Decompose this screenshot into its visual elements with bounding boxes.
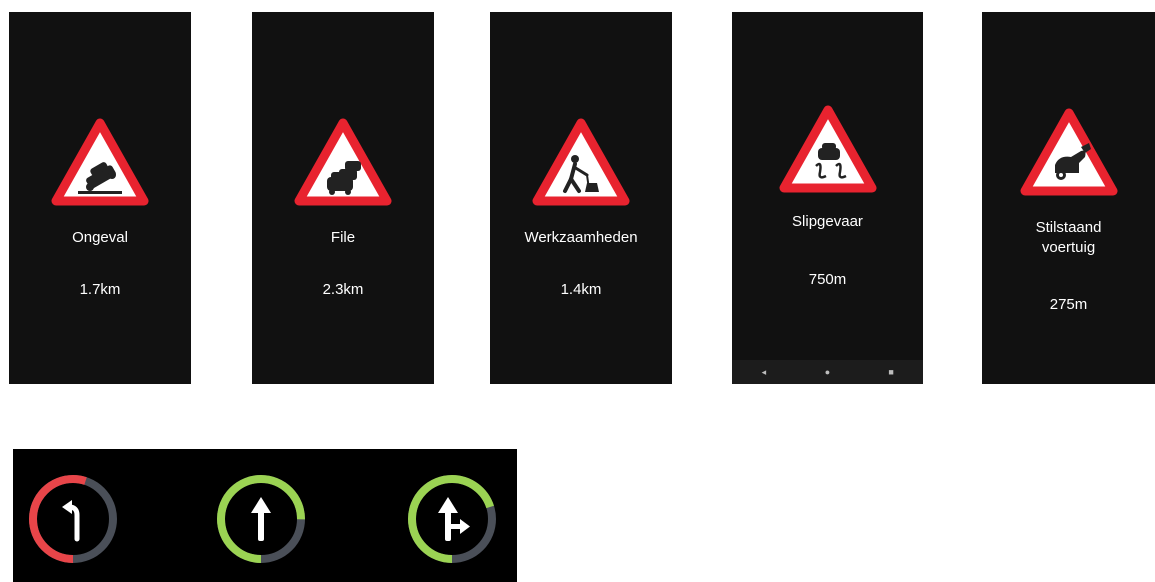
warning-distance: 275m [1049,296,1088,313]
home-icon[interactable]: ● [812,367,842,377]
warning-card-file: File 2.3km [252,12,434,384]
warning-label: File [330,229,356,246]
car-crash-icon [51,118,149,206]
warning-label: Stilstaand voertuig [1035,219,1102,256]
warning-distance: 1.4km [560,281,602,298]
warning-card-stilstaand-voertuig: Stilstaand voertuig 275m [982,12,1155,384]
turn-indicator-straight [217,475,305,563]
warning-label: Slipgevaar [792,213,863,230]
warning-distance: 750m [808,271,847,288]
warning-card-slipgevaar: Slipgevaar 750m ◂ ● ■ [732,12,923,384]
warning-label: Ongeval [72,229,128,246]
warning-distance: 2.3km [322,281,364,298]
recents-icon[interactable]: ■ [876,367,906,377]
warning-label: Werkzaamheden [524,229,638,246]
traffic-jam-icon [294,118,392,206]
android-nav-bar: ◂ ● ■ [732,360,923,384]
roadworks-icon [532,118,630,206]
turn-indicator-panel [13,449,517,582]
warning-distance: 1.7km [79,281,121,298]
back-icon[interactable]: ◂ [749,367,779,378]
slippery-road-icon [779,105,876,193]
turn-indicator-straight-or-right [408,475,496,563]
stationary-vehicle-icon [1020,108,1117,196]
turn-indicator-left [29,475,117,563]
warning-card-werkzaamheden: Werkzaamheden 1.4km [490,12,672,384]
warning-card-ongeval: Ongeval 1.7km [9,12,191,384]
